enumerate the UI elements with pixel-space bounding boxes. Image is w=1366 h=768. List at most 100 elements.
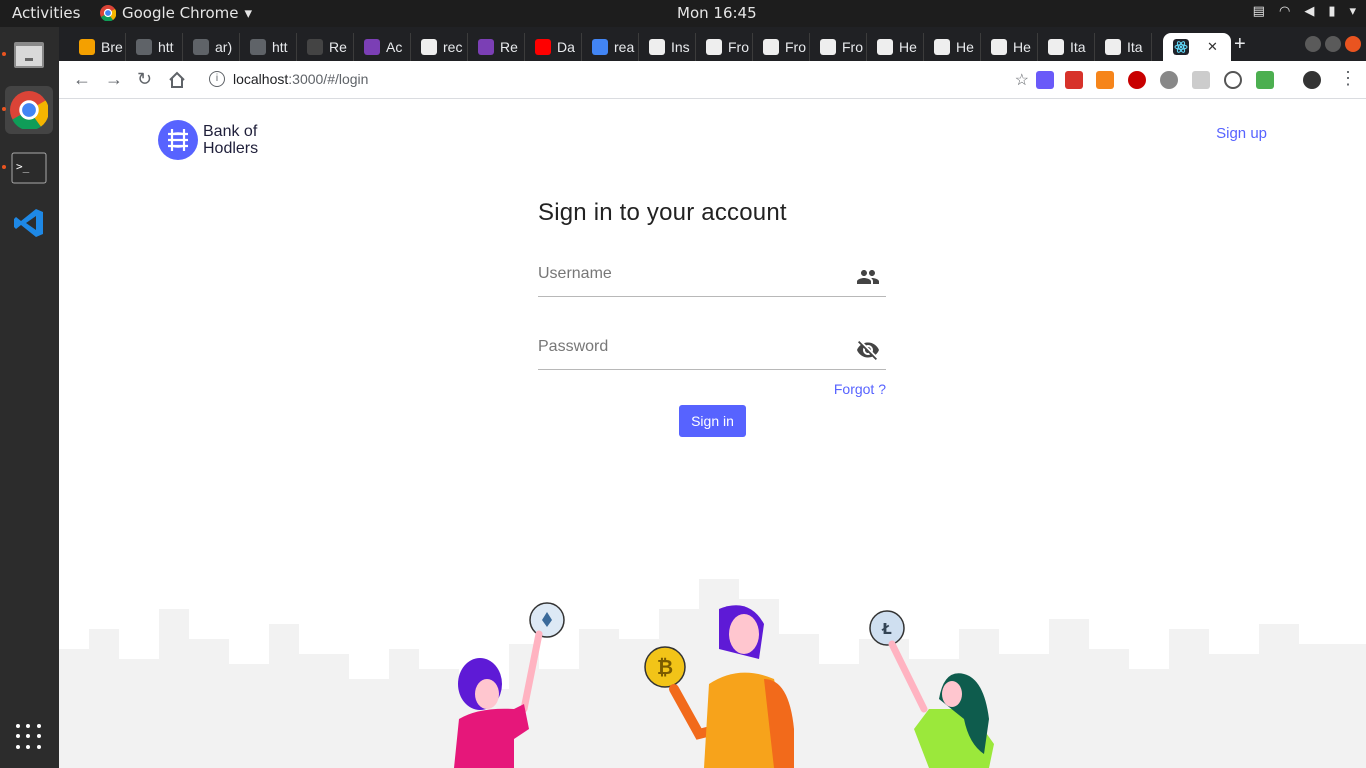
maximize-button[interactable] — [1325, 36, 1341, 52]
chevron-down-icon: ▾ — [244, 4, 253, 22]
browser-tab[interactable]: Fro — [696, 33, 753, 61]
info-icon[interactable]: i — [209, 71, 225, 87]
close-window-button[interactable] — [1345, 36, 1361, 52]
tab-favicon-icon — [535, 39, 551, 55]
tab-label: Ac — [386, 39, 403, 55]
signup-link[interactable]: Sign up — [1216, 125, 1267, 142]
brand-name: Bank of Hodlers — [203, 123, 258, 157]
browser-tab[interactable]: Ita — [1095, 33, 1152, 61]
tab-strip: Bre htt ar) htt Re Ac rec Re Da rea Ins Fro Fro Fro He… — [59, 27, 1366, 61]
chevron-down-icon[interactable]: ▾ — [1349, 4, 1356, 19]
hodlers-illustration: ₿ Ł — [59, 579, 1366, 768]
chrome-launcher[interactable] — [5, 86, 53, 134]
browser-tab[interactable]: Bre — [69, 33, 126, 61]
new-tab-button[interactable]: + — [1234, 33, 1246, 56]
activities-button[interactable]: Activities — [12, 4, 80, 22]
brand-logo[interactable]: Bank of Hodlers — [158, 120, 258, 160]
back-arrow-icon[interactable]: ← — [73, 69, 91, 90]
password-input[interactable] — [538, 338, 838, 356]
tab-favicon-icon — [592, 39, 608, 55]
forgot-password-link[interactable]: Forgot ? — [834, 381, 886, 397]
browser-tab[interactable]: Ac — [354, 33, 411, 61]
tab-favicon-icon — [763, 39, 779, 55]
extension-icon[interactable] — [1192, 71, 1210, 89]
vscode-launcher[interactable] — [5, 199, 53, 247]
browser-tab[interactable]: ar) — [183, 33, 240, 61]
username-field-wrapper — [538, 257, 886, 297]
browser-tab[interactable]: Ins — [639, 33, 696, 61]
metamask-icon[interactable] — [1096, 71, 1114, 89]
browser-tab[interactable]: He — [924, 33, 981, 61]
tab-favicon-icon — [991, 39, 1007, 55]
wifi-icon[interactable]: ◠ — [1279, 4, 1290, 19]
extension-icon[interactable] — [1160, 71, 1178, 89]
extension-picker-icon[interactable] — [1036, 71, 1054, 89]
os-top-bar: Activities Google Chrome ▾ Mon 16:45 ▤ ◠… — [0, 0, 1366, 27]
terminal-icon: >_ — [11, 152, 47, 184]
tab-label: He — [899, 39, 917, 55]
running-indicator — [2, 165, 6, 169]
browser-tab[interactable]: Fro — [753, 33, 810, 61]
tab-favicon-icon — [364, 39, 380, 55]
menu-dots-icon[interactable]: ⋮ — [1339, 68, 1357, 89]
home-icon[interactable] — [168, 71, 186, 89]
tab-favicon-icon — [1105, 39, 1121, 55]
extension-icon[interactable] — [1224, 71, 1242, 89]
svg-text:Ł: Ł — [881, 620, 892, 638]
tab-favicon-icon — [136, 39, 152, 55]
address-bar[interactable]: i localhost:3000/#/login ☆ — [199, 66, 1029, 94]
tab-favicon-icon — [79, 39, 95, 55]
clock[interactable]: Mon 16:45 — [677, 4, 757, 22]
browser-tab[interactable]: Ita — [1038, 33, 1095, 61]
tab-favicon-icon — [934, 39, 950, 55]
extension-icon[interactable] — [1256, 71, 1274, 89]
battery-icon[interactable]: ▮ — [1328, 4, 1335, 19]
browser-tab[interactable]: htt — [240, 33, 297, 61]
tab-active[interactable]: ✕ — [1163, 33, 1231, 61]
tab-label: rec — [443, 39, 463, 55]
profile-avatar[interactable] — [1303, 71, 1321, 89]
reload-icon[interactable]: ↻ — [137, 69, 152, 90]
bank-logo-icon — [158, 120, 198, 160]
browser-toolbar: ← → ↻ i localhost:3000/#/login ☆ ⋮ — [59, 61, 1366, 99]
tab-label: Ita — [1127, 39, 1143, 55]
tab-favicon-icon — [820, 39, 836, 55]
signin-button[interactable]: Sign in — [679, 405, 746, 437]
tab-label: Fro — [728, 39, 749, 55]
svg-text:>_: >_ — [16, 160, 30, 173]
browser-tab[interactable]: He — [981, 33, 1038, 61]
browser-tab[interactable]: htt — [126, 33, 183, 61]
browser-tab[interactable]: Da — [525, 33, 582, 61]
browser-tab[interactable]: Fro — [810, 33, 867, 61]
eye-off-icon[interactable] — [856, 338, 880, 362]
browser-tab[interactable]: rec — [411, 33, 468, 61]
files-launcher[interactable] — [5, 30, 53, 78]
username-input[interactable] — [538, 265, 838, 283]
tab-label: Ins — [671, 39, 690, 55]
tab-favicon-icon — [1048, 39, 1064, 55]
keyboard-icon[interactable]: ▤ — [1253, 4, 1265, 19]
volume-icon[interactable]: ◀ — [1304, 4, 1314, 19]
browser-tab[interactable]: rea — [582, 33, 639, 61]
browser-tab[interactable]: He — [867, 33, 924, 61]
password-field-wrapper — [538, 330, 886, 370]
url-text[interactable]: localhost:3000/#/login — [233, 71, 368, 87]
bookmark-star-icon[interactable]: ☆ — [1015, 70, 1029, 90]
tab-label: Re — [500, 39, 518, 55]
system-tray[interactable]: ▤ ◠ ◀ ▮ ▾ — [1253, 4, 1356, 19]
browser-tab[interactable]: Re — [297, 33, 354, 61]
forward-arrow-icon[interactable]: → — [105, 69, 123, 90]
brand-line-2: Hodlers — [203, 140, 259, 157]
vscode-icon — [14, 209, 43, 237]
adblock-icon[interactable] — [1128, 71, 1146, 89]
running-indicator — [2, 107, 6, 111]
chrome-icon — [10, 91, 48, 129]
minimize-button[interactable] — [1305, 36, 1321, 52]
terminal-launcher[interactable]: >_ — [5, 144, 53, 192]
close-icon[interactable]: ✕ — [1207, 39, 1218, 55]
show-apps-icon[interactable] — [16, 724, 42, 750]
extension-icon[interactable] — [1065, 71, 1083, 89]
app-menu[interactable]: Google Chrome ▾ — [100, 4, 252, 22]
brand-line-1: Bank of — [203, 123, 258, 140]
browser-tab[interactable]: Re — [468, 33, 525, 61]
